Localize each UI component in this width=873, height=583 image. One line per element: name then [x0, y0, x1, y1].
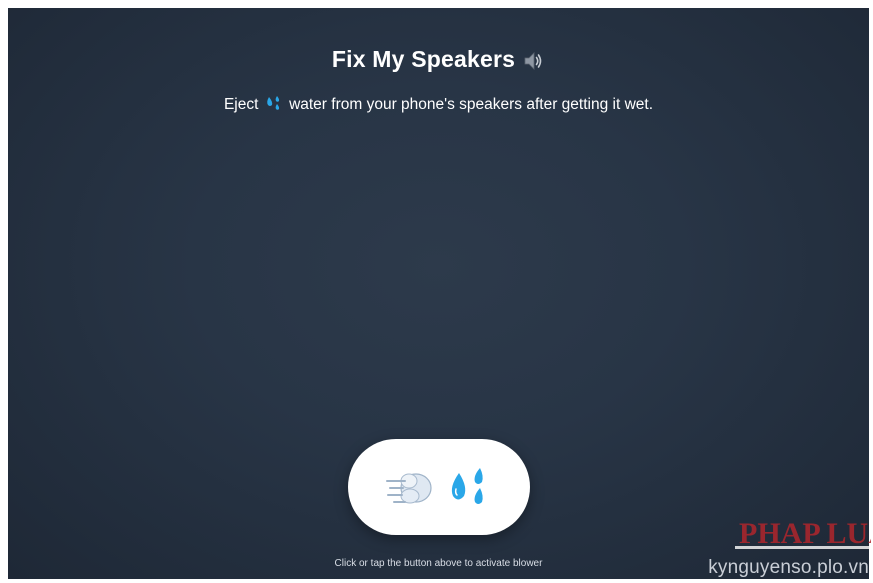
sweat-droplets-icon	[445, 465, 493, 509]
sweat-droplets-icon	[265, 95, 283, 111]
page-subtitle: Eject water from your phone's speakers a…	[8, 95, 869, 114]
app-background: Fix My Speakers Eject water from your ph…	[8, 8, 869, 579]
dashing-away-icon	[385, 464, 435, 510]
blower-button[interactable]	[348, 439, 530, 535]
watermark: PHAP LUAT kynguyenso.plo.vn	[701, 513, 871, 579]
watermark-text: kynguyenso.plo.vn	[708, 557, 869, 578]
speaker-loud-icon	[521, 49, 545, 73]
subtitle-prefix: Eject	[223, 96, 259, 113]
page-title-text: Fix My Speakers	[331, 46, 516, 72]
page-title: Fix My Speakers	[8, 46, 869, 73]
subtitle-suffix: water from your phone's speakers after g…	[289, 96, 654, 113]
svg-text:PHAP LUAT: PHAP LUAT	[739, 517, 871, 550]
watermark-logo: PHAP LUAT	[735, 517, 871, 550]
